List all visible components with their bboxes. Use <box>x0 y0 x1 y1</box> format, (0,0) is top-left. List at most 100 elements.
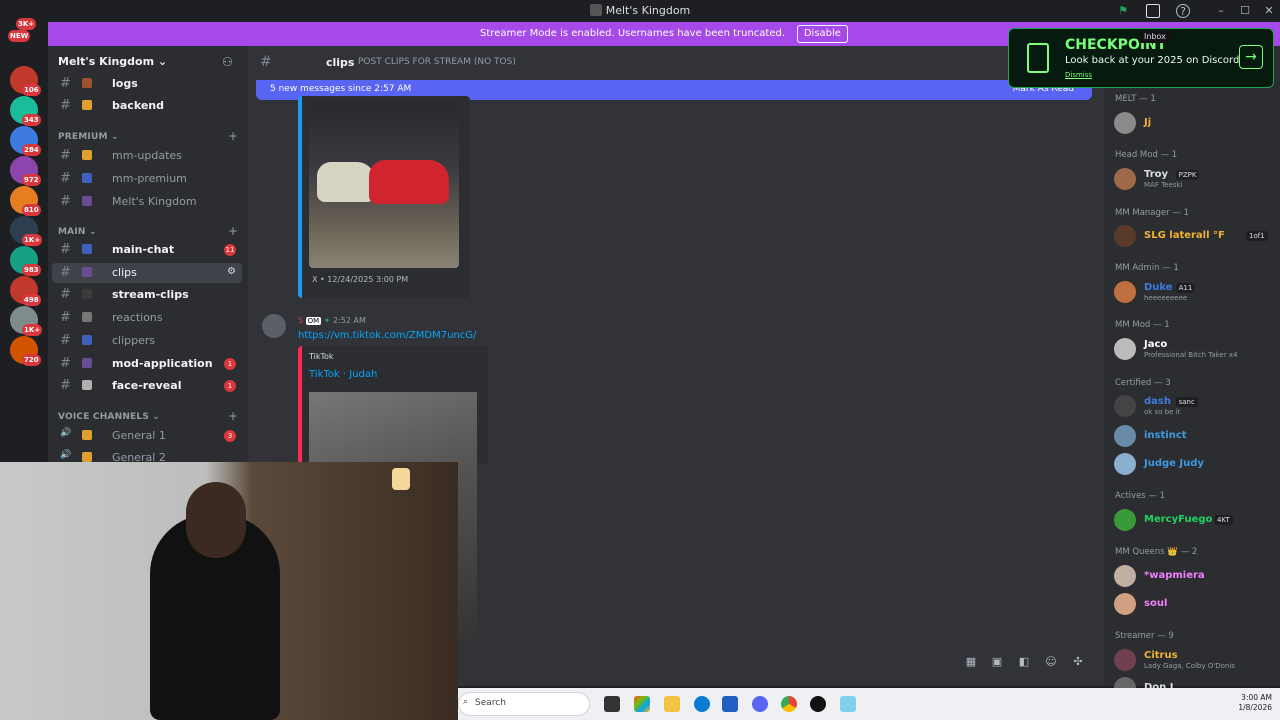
copilot-icon[interactable] <box>634 696 650 712</box>
channel-topic: POST CLIPS FOR STREAM (NO TOS) <box>358 57 516 67</box>
message-meta: S OM ✦ 2:52 AM <box>298 316 366 325</box>
hash-icon: # <box>60 378 71 394</box>
flag-icon[interactable]: ⚑ <box>1116 4 1130 18</box>
role-header: MM Mod — 1 <box>1115 320 1170 330</box>
server-badge: 1K+ <box>22 234 43 246</box>
member-item[interactable]: Citrus Lady Gaga, Colby O'Donis <box>1114 647 1274 671</box>
channel-emoji-icon <box>82 334 92 345</box>
member-item[interactable]: Judge Judy <box>1114 451 1274 475</box>
member-name: Jj <box>1144 117 1152 128</box>
gif-icon[interactable]: ▣ <box>990 655 1004 669</box>
discord-icon[interactable] <box>752 696 768 712</box>
sidebar-item-premium[interactable]: # mm-updates <box>52 146 242 166</box>
maximize-icon[interactable]: ☐ <box>1238 4 1252 18</box>
category-premium[interactable]: PREMIUM ⌄ <box>58 132 119 142</box>
inbox-icon[interactable] <box>1146 4 1160 18</box>
hash-icon: # <box>60 194 71 209</box>
member-name: soul <box>1144 598 1168 609</box>
channel-label: mm-premium <box>112 172 187 185</box>
member-item[interactable]: dash ok so be it sanc <box>1114 393 1274 417</box>
task-view-icon[interactable] <box>604 696 620 712</box>
avatar <box>1114 168 1136 190</box>
apps-icon[interactable]: ✣ <box>1071 655 1085 669</box>
sidebar-item-clips[interactable]: # clips ⚙ <box>52 262 242 283</box>
hash-icon: # <box>60 171 71 186</box>
invite-icon[interactable]: ⚇ <box>222 55 233 69</box>
channel-emoji-icon <box>82 266 92 277</box>
taskbar-search[interactable]: ⌕ Search <box>458 692 590 716</box>
file-explorer-icon[interactable] <box>664 696 680 712</box>
member-item[interactable]: Jj <box>1114 110 1274 134</box>
embed-title-link[interactable]: TikTok · Judah <box>309 369 377 380</box>
channel-label: clips <box>112 265 137 279</box>
sticker-icon[interactable]: ◧ <box>1017 655 1031 669</box>
head-shape <box>186 482 246 558</box>
hash-icon: # <box>60 355 71 371</box>
disable-streamer-mode-button[interactable]: Disable <box>796 25 848 43</box>
arrow-right-icon[interactable]: → <box>1239 45 1263 69</box>
category-label: VOICE CHANNELS <box>58 412 150 422</box>
member-item[interactable]: Duke heeeeeeeee A11 <box>1114 279 1274 303</box>
sidebar-item-face-reveal[interactable]: # face-reveal 1 <box>52 376 242 396</box>
unread-badge: 1 <box>224 380 236 393</box>
member-item[interactable]: soul <box>1114 591 1274 615</box>
embed-image[interactable] <box>309 102 459 268</box>
voice-channel[interactable]: 🔊 General 1 3 <box>52 426 242 446</box>
member-item[interactable]: Troy MAF Teeski PZPK <box>1114 166 1274 190</box>
obs-icon[interactable] <box>810 696 826 712</box>
help-icon[interactable]: ? <box>1176 4 1190 18</box>
window-title: Melt's Kingdom <box>0 4 1280 17</box>
add-channel-icon[interactable]: + <box>228 129 238 143</box>
gift-icon[interactable]: ▦ <box>964 655 978 669</box>
minimize-icon[interactable]: – <box>1214 4 1228 18</box>
car-shape <box>369 160 449 204</box>
avatar <box>1114 509 1136 531</box>
sidebar-item-clippers[interactable]: # clippers <box>52 331 242 351</box>
add-channel-icon[interactable]: + <box>228 409 238 423</box>
avatar[interactable] <box>262 314 286 338</box>
role-header: MELT — 1 <box>1115 94 1156 104</box>
avatar <box>1114 112 1136 134</box>
member-item[interactable]: Jaco Professional Bitch Taker x4 <box>1114 336 1274 360</box>
member-list <box>1104 46 1280 686</box>
member-tag: 4KT <box>1214 515 1233 525</box>
server-badge: 498 <box>22 294 41 306</box>
dismiss-link[interactable]: Dismiss <box>1065 71 1092 79</box>
add-channel-icon[interactable]: + <box>228 224 238 238</box>
close-icon[interactable]: ✕ <box>1262 4 1276 18</box>
hash-icon: # <box>60 148 71 163</box>
member-tag: 1of1 <box>1246 231 1268 241</box>
sidebar-item-stream-clips[interactable]: # stream-clips <box>52 285 242 305</box>
channel-emoji-icon <box>82 357 92 368</box>
chrome-icon[interactable] <box>781 696 797 712</box>
gear-icon[interactable]: ⚙ <box>227 266 236 277</box>
server-badge: 343 <box>22 114 41 126</box>
server-name-button[interactable]: Melt's Kingdom ⌄ <box>58 55 167 68</box>
member-name: Judge Judy <box>1144 458 1204 469</box>
sidebar-item-backend[interactable]: # backend <box>52 96 242 116</box>
edge-icon[interactable] <box>694 696 710 712</box>
channel-emoji-icon <box>82 244 92 254</box>
sidebar-item-logs[interactable]: # logs <box>52 74 242 94</box>
member-item[interactable]: instinct <box>1114 423 1274 447</box>
sidebar-item-premium[interactable]: # mm-premium <box>52 169 242 189</box>
role-header: Actives — 1 <box>1115 491 1166 501</box>
category-voice[interactable]: VOICE CHANNELS ⌄ <box>58 412 160 422</box>
app-icon[interactable] <box>840 696 856 712</box>
sidebar-item-premium[interactable]: # Melt's Kingdom <box>52 192 242 212</box>
sidebar-item-main-chat[interactable]: # main-chat 11 <box>52 240 242 260</box>
server-badge: 810 <box>22 204 41 216</box>
message-link[interactable]: https://vm.tiktok.com/ZMDM7uncG/ <box>298 330 476 341</box>
sidebar-item-mod-application[interactable]: # mod-application 1 <box>52 354 242 374</box>
member-item[interactable]: SLG laterall °F 1of1 <box>1114 223 1274 247</box>
channel-emoji-icon <box>82 196 92 206</box>
sidebar-item-reactions[interactable]: # reactions <box>52 308 242 328</box>
member-name: Duke <box>1144 282 1173 293</box>
category-main[interactable]: MAIN ⌄ <box>58 227 97 237</box>
member-item[interactable]: MercyFuego 4KT <box>1114 507 1274 531</box>
emoji-icon[interactable]: ☺ <box>1044 655 1058 669</box>
member-item[interactable]: *wapmiera <box>1114 563 1274 587</box>
inbox-tooltip: Inbox <box>1138 30 1172 43</box>
store-icon[interactable] <box>722 696 738 712</box>
channel-emoji-icon <box>82 150 92 160</box>
